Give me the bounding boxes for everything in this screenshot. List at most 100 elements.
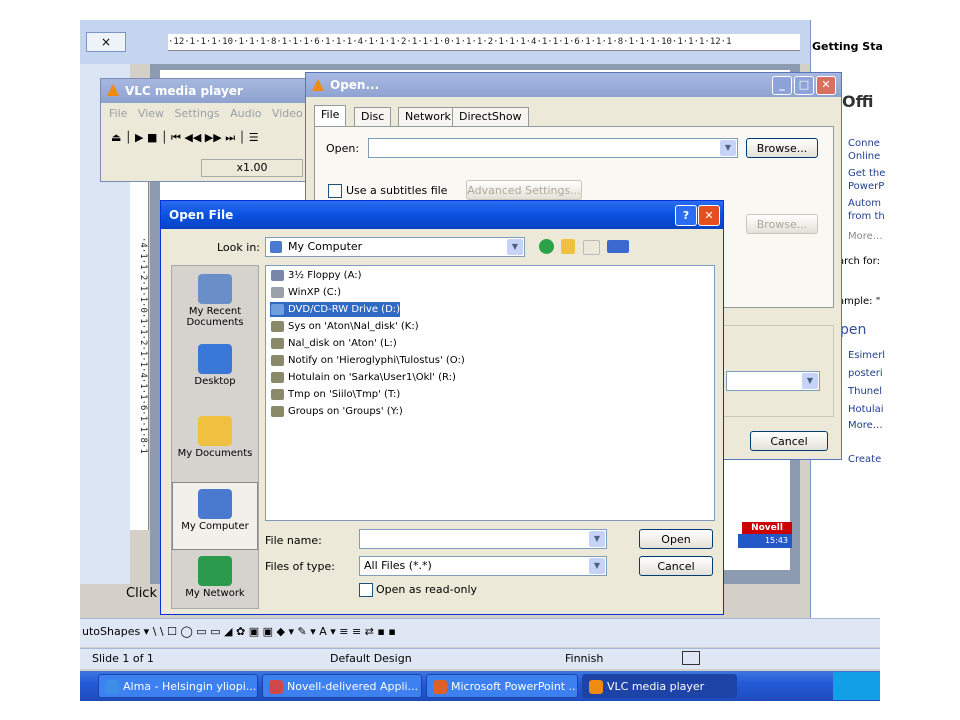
taskbar-item-vlc[interactable]: VLC media player [582, 674, 737, 698]
tp-link[interactable]: Online [848, 151, 880, 162]
taskbar-item-novell[interactable]: Novell-delivered Appli... [262, 674, 422, 698]
list-item[interactable]: 3½ Floppy (A:) [270, 268, 362, 283]
tp-link[interactable]: from th [848, 211, 885, 222]
list-item[interactable]: Notify on 'Hieroglyphi\Tulostus' (O:) [270, 353, 465, 368]
close-pane-button[interactable]: × [86, 32, 126, 52]
back-icon[interactable] [539, 239, 554, 254]
task-pane-title: Getting Sta [812, 40, 883, 53]
open-combo[interactable]: ▼ [368, 138, 738, 158]
open-file-title: Open File [169, 208, 234, 222]
readonly-checkbox[interactable] [359, 583, 373, 597]
drawing-toolbar: utoShapes ▾ \ \ ☐ ◯ ▭ ▭ ◢ ✿ ▣ ▣ ◆ ▾ ✎ ▾ … [80, 618, 880, 647]
place-recent[interactable]: My Recent Documents [172, 274, 258, 328]
open-dialog-titlebar[interactable]: Open... _ □ ✕ [306, 73, 841, 97]
advanced-settings-button[interactable]: Advanced Settings... [466, 180, 582, 200]
list-item[interactable]: Tmp on 'Siilo\Tmp' (T:) [270, 387, 400, 402]
options-combo[interactable]: ▼ [726, 371, 820, 391]
status-bar: Slide 1 of 1 Default Design Finnish [80, 648, 880, 669]
cancel-button[interactable]: Cancel [750, 431, 828, 451]
readonly-label: Open as read-only [376, 583, 478, 596]
vlc-title: VLC media player [125, 84, 243, 98]
cancel-button[interactable]: Cancel [639, 556, 713, 576]
new-folder-icon[interactable] [583, 240, 600, 255]
recent-documents-icon [198, 274, 232, 304]
cd-drive-icon [271, 304, 284, 315]
chevron-down-icon[interactable]: ▼ [802, 373, 818, 389]
minimize-button[interactable]: _ [772, 76, 792, 95]
vlc-controls[interactable]: ⏏ │ ▶ ■ │ ⏮ ◀◀ ▶▶ ⏭ │ ☰ [111, 131, 259, 145]
filename-combo[interactable]: ▼ [359, 529, 607, 549]
powerpoint-icon [433, 680, 447, 694]
desktop-icon [198, 344, 232, 374]
place-my-documents[interactable]: My Documents [172, 416, 258, 459]
filetype-combo[interactable]: All Files (*.*) ▼ [359, 556, 607, 576]
help-button[interactable]: ? [675, 205, 697, 226]
computer-icon [198, 489, 232, 519]
network-drive-icon [271, 321, 284, 332]
system-tray [833, 672, 880, 700]
open-file-titlebar[interactable]: Open File ? ✕ [161, 201, 723, 229]
vlc-titlebar[interactable]: VLC media player [101, 79, 311, 103]
open-button[interactable]: Open [639, 529, 713, 549]
tp-link[interactable]: Get the [848, 168, 885, 179]
chevron-down-icon[interactable]: ▼ [589, 558, 605, 574]
tab-network[interactable]: Network [398, 107, 458, 127]
list-item[interactable]: Nal_disk on 'Aton' (L:) [270, 336, 397, 351]
list-item[interactable]: Groups on 'Groups' (Y:) [270, 404, 403, 419]
tab-file[interactable]: File [314, 105, 347, 127]
network-drive-icon [271, 372, 284, 383]
tp-link[interactable]: More… [848, 231, 883, 242]
views-menu-icon[interactable] [607, 240, 629, 253]
place-my-network[interactable]: My Network [172, 556, 258, 599]
close-button[interactable]: ✕ [816, 76, 836, 95]
chevron-down-icon[interactable]: ▼ [720, 140, 736, 156]
tab-directshow[interactable]: DirectShow [452, 107, 529, 127]
up-folder-icon[interactable] [561, 239, 575, 254]
menu-audio[interactable]: Audio [230, 107, 261, 120]
tab-disc[interactable]: Disc [354, 107, 392, 127]
tp-link[interactable]: More… [848, 420, 883, 431]
office-logo: Offi [842, 92, 874, 111]
hard-drive-icon [271, 287, 284, 298]
filename-label: File name: [265, 534, 322, 547]
horizontal-ruler: ·12·1·1·1·10·1·1·1·8·1·1·1·6·1·1·1·4·1·1… [168, 34, 800, 51]
list-item[interactable]: WinXP (C:) [270, 285, 341, 300]
place-desktop[interactable]: Desktop [172, 344, 258, 387]
tp-link[interactable]: Create [848, 454, 881, 465]
list-item-selected[interactable]: DVD/CD-RW Drive (D:) [270, 302, 401, 317]
menu-settings[interactable]: Settings [175, 107, 220, 120]
tp-link[interactable]: Hotulai [848, 404, 884, 415]
design-name: Default Design [330, 652, 412, 665]
browse-subtitles-button[interactable]: Browse... [746, 214, 818, 234]
menu-video[interactable]: Video [272, 107, 303, 120]
spellcheck-icon[interactable] [682, 651, 700, 665]
tp-link[interactable]: Thunel [848, 386, 882, 397]
tp-link[interactable]: posteri [848, 368, 883, 379]
tp-link[interactable]: Conne [848, 138, 880, 149]
autoshapes-menu[interactable]: utoShapes ▾ \ \ ☐ ◯ ▭ ▭ ◢ ✿ ▣ ▣ ◆ ▾ ✎ ▾ … [82, 625, 396, 638]
places-bar: My Recent Documents Desktop My Documents… [171, 265, 259, 609]
menu-view[interactable]: View [138, 107, 164, 120]
computer-icon [270, 241, 282, 253]
taskbar-item-powerpoint[interactable]: Microsoft PowerPoint ... [426, 674, 578, 698]
network-drive-icon [271, 406, 284, 417]
list-item[interactable]: Sys on 'Aton\Nal_disk' (K:) [270, 319, 419, 334]
list-item[interactable]: Hotulain on 'Sarka\User1\Okl' (R:) [270, 370, 456, 385]
subtitles-checkbox[interactable] [328, 184, 342, 198]
tp-link[interactable]: Esimerl [848, 350, 885, 361]
close-button[interactable]: ✕ [698, 205, 720, 226]
tp-link[interactable]: Autom [848, 198, 881, 209]
subtitles-label: Use a subtitles file [346, 184, 448, 197]
open-file-dialog: Open File ? ✕ Look in: My Computer ▼ My … [160, 200, 724, 615]
browse-button[interactable]: Browse... [746, 138, 818, 158]
look-in-label: Look in: [217, 241, 260, 254]
menu-file[interactable]: File [109, 107, 127, 120]
tp-link[interactable]: PowerP [848, 181, 884, 192]
chevron-down-icon[interactable]: ▼ [507, 239, 523, 255]
look-in-combo[interactable]: My Computer ▼ [265, 237, 525, 257]
chevron-down-icon[interactable]: ▼ [589, 531, 605, 547]
place-my-computer[interactable]: My Computer [172, 482, 258, 550]
maximize-button[interactable]: □ [794, 76, 814, 95]
taskbar-item-alma[interactable]: Alma - Helsingin yliopi... [98, 674, 258, 698]
vlc-rate: x1.00 [201, 159, 303, 177]
